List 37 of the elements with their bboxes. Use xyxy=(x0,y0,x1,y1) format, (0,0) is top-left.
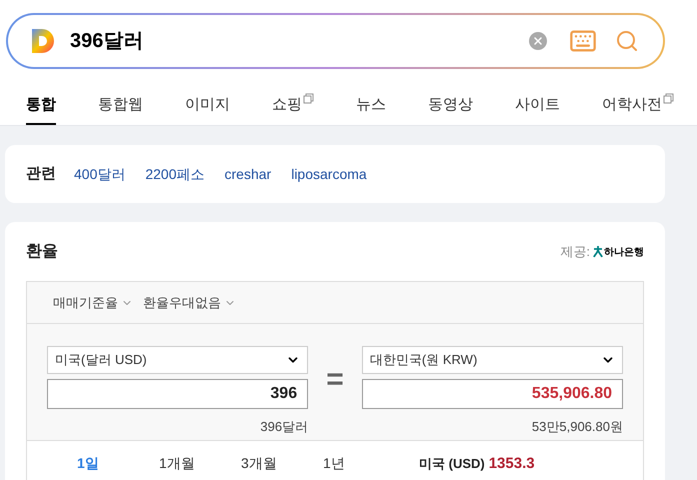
period-tab[interactable]: 1개월 xyxy=(159,453,241,474)
amount-field[interactable]: 535,906.80 xyxy=(362,379,623,409)
related-link[interactable]: creshar xyxy=(224,164,272,184)
search-tab[interactable]: 통합웹 xyxy=(98,83,143,125)
exchange-title: 환율 xyxy=(26,242,58,262)
search-tab[interactable]: 쇼핑 xyxy=(272,83,302,125)
logo-icon xyxy=(30,27,56,55)
rate-label: 미국 (USD) xyxy=(419,455,485,473)
close-icon xyxy=(532,35,544,47)
provider-name: 하나은행 xyxy=(604,246,644,260)
rate-option-dropdown[interactable]: 매매기준율 xyxy=(53,292,133,312)
search-tab[interactable]: 이미지 xyxy=(185,83,230,125)
amount-reading: 396달러 xyxy=(259,418,308,436)
search-tab[interactable]: 동영상 xyxy=(428,83,473,125)
search-tab[interactable]: 사이트 xyxy=(515,83,560,125)
search-tab[interactable]: 통합 xyxy=(26,83,56,125)
rate-value: 1353.3 xyxy=(488,454,535,474)
period-tab[interactable]: 1년 xyxy=(323,453,405,474)
provider-label: 제공: xyxy=(560,243,590,262)
clear-button[interactable] xyxy=(529,32,547,50)
period-tab[interactable]: 3개월 xyxy=(241,453,323,474)
equals-sign: = xyxy=(325,362,345,398)
search-tab[interactable]: 뉴스 xyxy=(356,83,386,125)
related-link[interactable]: 400달러 xyxy=(74,164,126,184)
related-link[interactable]: liposarcoma xyxy=(291,164,367,184)
currency-select[interactable]: 대한민국(원 KRW) xyxy=(362,346,623,374)
rate-option-dropdown[interactable]: 환율우대없음 xyxy=(143,292,236,312)
period-tab[interactable]: 1일 xyxy=(77,453,159,474)
related-link[interactable]: 2200페소 xyxy=(145,164,205,184)
currency-select[interactable]: 미국(달러 USD) xyxy=(47,346,308,374)
bank-logo-icon xyxy=(593,246,603,258)
search-field[interactable]: 396달러 xyxy=(6,13,665,69)
search-tab[interactable]: 어학사전 xyxy=(602,83,662,125)
related-title: 관련 xyxy=(26,164,56,184)
amount-field[interactable]: 396 xyxy=(47,379,308,409)
amount-reading: 53만5,906.80원 xyxy=(530,418,623,436)
search-icon[interactable] xyxy=(615,29,639,53)
